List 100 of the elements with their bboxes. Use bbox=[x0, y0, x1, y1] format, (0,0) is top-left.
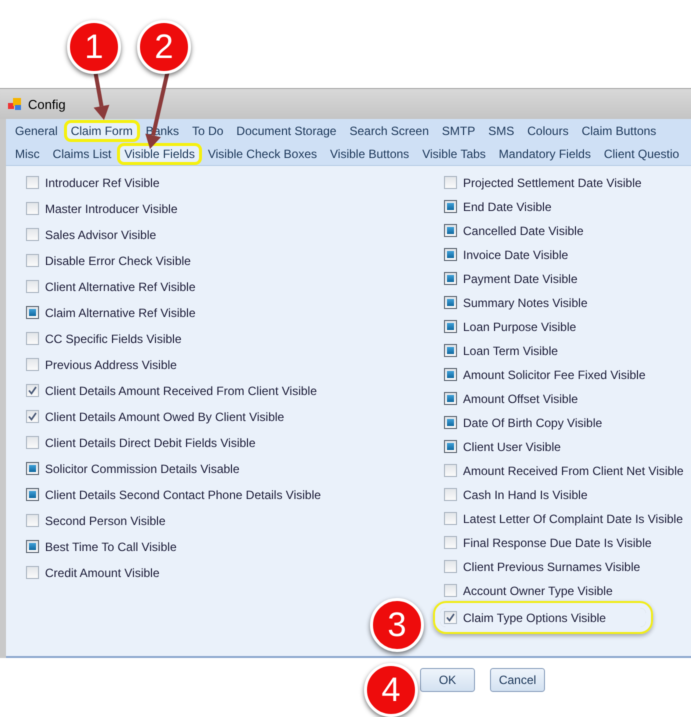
tab[interactable]: General bbox=[10, 122, 63, 140]
checkbox-option[interactable]: Client Details Amount Received From Client Visible bbox=[22, 381, 321, 400]
option-label: Introducer Ref Visible bbox=[45, 176, 160, 190]
checkbox-option[interactable]: Payment Date Visible bbox=[440, 269, 582, 288]
checkbox[interactable] bbox=[444, 512, 457, 525]
checkbox[interactable] bbox=[444, 392, 457, 405]
tab[interactable]: Visible Tabs bbox=[417, 144, 491, 162]
checkbox-option[interactable]: Client User Visible bbox=[440, 437, 565, 456]
checkbox[interactable] bbox=[444, 320, 457, 333]
tab[interactable]: Colours bbox=[522, 122, 574, 140]
option-label: Loan Purpose Visible bbox=[463, 320, 576, 334]
checkbox[interactable] bbox=[444, 296, 457, 309]
checkbox-option[interactable]: Claim Alternative Ref Visible bbox=[22, 303, 200, 322]
option-label: Second Person Visible bbox=[45, 514, 166, 528]
checkbox-option[interactable]: Client Details Second Contact Phone Details Visible bbox=[22, 485, 325, 504]
checkbox-option[interactable]: Client Alternative Ref Visible bbox=[22, 277, 200, 296]
checkbox-option[interactable]: Loan Term Visible bbox=[440, 341, 562, 360]
checkbox-option[interactable]: Amount Received From Client Net Visible bbox=[440, 461, 688, 480]
checkbox[interactable] bbox=[444, 272, 457, 285]
checkbox-option[interactable]: Master Introducer Visible bbox=[22, 199, 182, 218]
checkbox-option[interactable]: Latest Letter Of Complaint Date Is Visible bbox=[440, 509, 687, 528]
tab[interactable]: Search Screen bbox=[344, 122, 434, 140]
tab[interactable]: Client Questio bbox=[598, 144, 684, 162]
tab[interactable]: Mandatory Fields bbox=[494, 144, 596, 162]
step-number-badge: 2 bbox=[137, 20, 191, 74]
checkbox-option[interactable]: Date Of Birth Copy Visible bbox=[440, 413, 606, 432]
checkbox-option[interactable]: Loan Purpose Visible bbox=[440, 317, 580, 336]
checkbox[interactable] bbox=[26, 228, 39, 241]
checkbox-option[interactable]: Projected Settlement Date Visible bbox=[440, 173, 646, 192]
checkbox[interactable] bbox=[444, 200, 457, 213]
checkbox[interactable] bbox=[26, 462, 39, 475]
tab[interactable]: Misc bbox=[10, 144, 45, 162]
tab[interactable]: Claim Form bbox=[66, 122, 138, 140]
checkbox[interactable] bbox=[444, 368, 457, 381]
checkbox-option[interactable]: Amount Solicitor Fee Fixed Visible bbox=[440, 365, 650, 384]
option-label: Best Time To Call Visible bbox=[45, 540, 177, 554]
option-label: Client Details Amount Owed By Client Visible bbox=[45, 410, 284, 424]
checkbox-option[interactable]: Cancelled Date Visible bbox=[440, 221, 588, 240]
checkbox-option[interactable]: Final Response Due Date Is Visible bbox=[440, 533, 656, 552]
checkbox-option[interactable]: Sales Advisor Visible bbox=[22, 225, 160, 244]
tab[interactable]: Visible Check Boxes bbox=[202, 144, 322, 162]
checkbox[interactable] bbox=[26, 384, 39, 397]
checkbox[interactable] bbox=[444, 464, 457, 477]
tab[interactable]: Visible Fields bbox=[119, 144, 200, 162]
checkbox-option[interactable]: Invoice Date Visible bbox=[440, 245, 572, 264]
checkbox[interactable] bbox=[444, 584, 457, 597]
option-label: Client Previous Surnames Visible bbox=[463, 560, 640, 574]
option-label: Amount Offset Visible bbox=[463, 392, 578, 406]
tab[interactable]: SMTP bbox=[436, 122, 480, 140]
checkbox-option[interactable]: Client Previous Surnames Visible bbox=[440, 557, 644, 576]
checkbox-option[interactable]: Cash In Hand Is Visible bbox=[440, 485, 592, 504]
checkbox-option[interactable]: CC Specific Fields Visible bbox=[22, 329, 186, 348]
checkbox[interactable] bbox=[26, 540, 39, 553]
checkbox[interactable] bbox=[444, 344, 457, 357]
ok-button[interactable]: OK bbox=[420, 668, 475, 692]
checkbox[interactable] bbox=[444, 440, 457, 453]
checkbox[interactable] bbox=[26, 254, 39, 267]
tab[interactable]: To Do bbox=[187, 122, 228, 140]
checkbox[interactable] bbox=[26, 488, 39, 501]
checkbox[interactable] bbox=[444, 611, 457, 624]
checkbox[interactable] bbox=[26, 514, 39, 527]
checkbox-option[interactable]: Amount Offset Visible bbox=[440, 389, 582, 408]
option-label: Previous Address Visible bbox=[45, 358, 177, 372]
checkbox[interactable] bbox=[444, 416, 457, 429]
option-label: Account Owner Type Visible bbox=[463, 584, 613, 598]
checkbox-option[interactable]: End Date Visible bbox=[440, 197, 556, 216]
tab[interactable]: SMS bbox=[483, 122, 520, 140]
tab[interactable]: Visible Buttons bbox=[325, 144, 414, 162]
checkbox-option[interactable]: Client Details Direct Debit Fields Visible bbox=[22, 433, 260, 452]
checkbox[interactable] bbox=[26, 176, 39, 189]
checkbox[interactable] bbox=[26, 306, 39, 319]
checkbox[interactable] bbox=[444, 488, 457, 501]
checkbox-option[interactable]: Account Owner Type Visible bbox=[440, 581, 617, 600]
checkbox[interactable] bbox=[26, 410, 39, 423]
checkbox[interactable] bbox=[444, 560, 457, 573]
tab[interactable]: Claims List bbox=[48, 144, 116, 162]
checkbox-option[interactable]: Introducer Ref Visible bbox=[22, 173, 164, 192]
checkbox-option[interactable]: Second Person Visible bbox=[22, 511, 170, 530]
checkbox-option[interactable]: Solicitor Commission Details Visable bbox=[22, 459, 244, 478]
checkbox-option[interactable]: Credit Amount Visible bbox=[22, 563, 164, 582]
checkbox-option[interactable]: Best Time To Call Visible bbox=[22, 537, 181, 556]
tab[interactable]: Claim Buttons bbox=[576, 122, 662, 140]
cancel-button[interactable]: Cancel bbox=[490, 668, 545, 692]
option-label: Amount Received From Client Net Visible bbox=[463, 464, 684, 478]
checkbox[interactable] bbox=[444, 224, 457, 237]
checkbox[interactable] bbox=[26, 202, 39, 215]
checkbox-option[interactable]: Client Details Amount Owed By Client Visible bbox=[22, 407, 288, 426]
checkbox[interactable] bbox=[26, 332, 39, 345]
tab[interactable]: Document Storage bbox=[231, 122, 342, 140]
checkbox[interactable] bbox=[444, 176, 457, 189]
checkbox[interactable] bbox=[26, 436, 39, 449]
checkbox[interactable] bbox=[444, 536, 457, 549]
highlighted-checkbox-option[interactable]: Claim Type Options Visible bbox=[440, 608, 646, 627]
checkbox[interactable] bbox=[444, 248, 457, 261]
checkbox-option[interactable]: Summary Notes Visible bbox=[440, 293, 592, 312]
checkbox-option[interactable]: Disable Error Check Visible bbox=[22, 251, 195, 270]
checkbox[interactable] bbox=[26, 358, 39, 371]
checkbox[interactable] bbox=[26, 566, 39, 579]
checkbox[interactable] bbox=[26, 280, 39, 293]
checkbox-option[interactable]: Previous Address Visible bbox=[22, 355, 181, 374]
